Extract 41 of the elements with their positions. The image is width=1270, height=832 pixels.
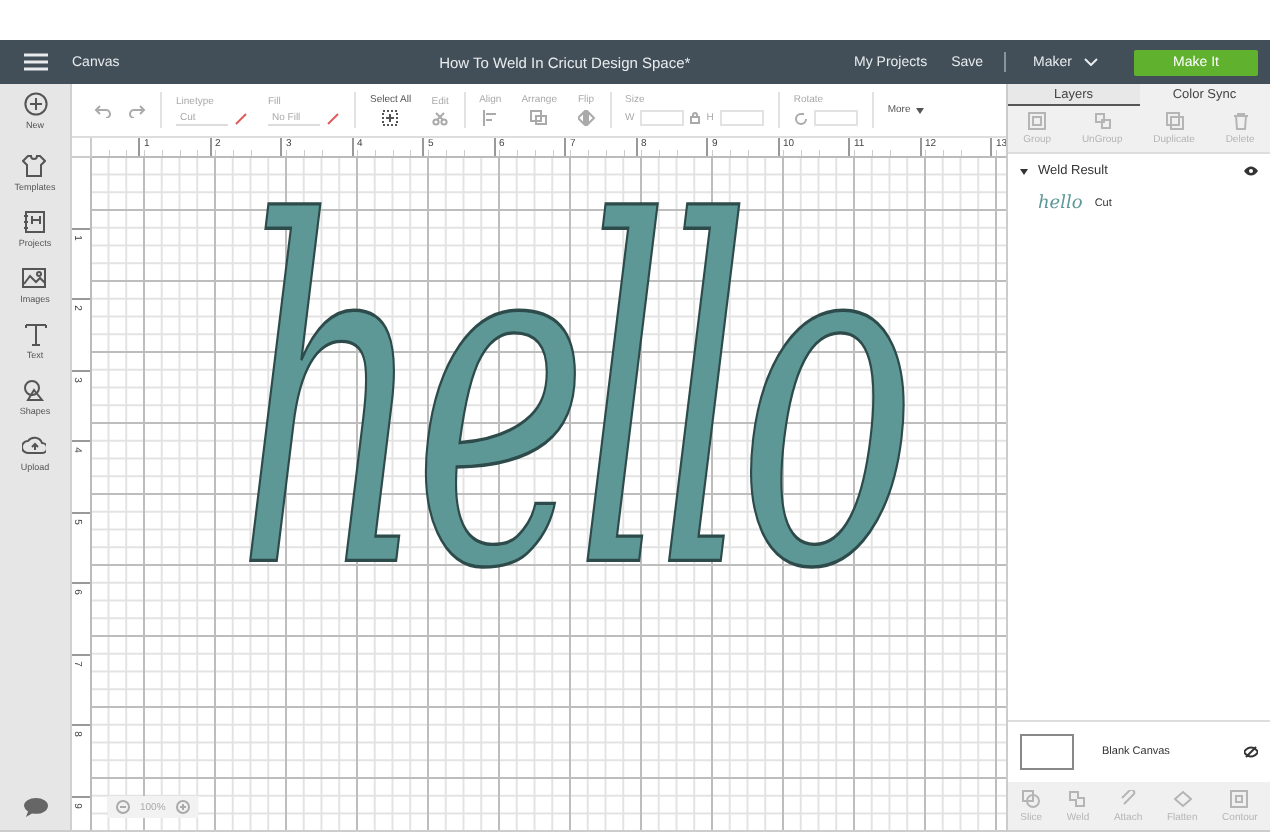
flip-icon[interactable] — [577, 110, 595, 126]
rotate-icon — [793, 111, 808, 125]
undo-icon[interactable] — [94, 103, 112, 117]
paperclip-icon — [1119, 790, 1138, 808]
arrange-icon[interactable] — [530, 110, 549, 126]
image-icon — [22, 266, 47, 290]
eye-icon[interactable] — [1244, 166, 1258, 176]
plus-circle-icon — [23, 92, 47, 116]
scissors-icon[interactable] — [431, 111, 450, 125]
menu-icon[interactable] — [24, 52, 48, 72]
duplicate-icon — [1165, 112, 1184, 130]
width-field[interactable] — [640, 110, 685, 126]
text-tool-icon — [23, 322, 47, 346]
slash-icon — [326, 111, 340, 125]
chevron-icon — [1084, 58, 1098, 66]
select-all-icon[interactable] — [382, 110, 399, 126]
cloud-upload-icon — [22, 434, 47, 458]
weld-icon — [1068, 790, 1087, 808]
shirt-icon — [22, 154, 47, 178]
zoom-out-icon[interactable] — [116, 800, 130, 814]
flatten-icon — [1173, 790, 1192, 808]
caret-icon — [916, 107, 925, 113]
lock-icon[interactable] — [690, 112, 701, 124]
align-icon[interactable] — [481, 110, 500, 126]
layer-thumbnail: hello — [1038, 194, 1083, 214]
slash-icon — [234, 111, 248, 125]
slice-icon — [1022, 790, 1041, 808]
redo-icon[interactable] — [128, 103, 146, 117]
contour-icon — [1230, 790, 1249, 808]
ungroup-icon — [1093, 112, 1112, 130]
rotate-field[interactable] — [813, 110, 858, 126]
trash-icon — [1231, 112, 1250, 130]
canvas-swatch[interactable] — [1020, 734, 1074, 770]
eye-slash-icon[interactable] — [1244, 746, 1258, 758]
zoom-in-icon[interactable] — [175, 800, 190, 814]
group-icon — [1028, 112, 1047, 130]
shapes-icon — [22, 378, 47, 402]
notebook-icon — [22, 210, 47, 234]
height-field[interactable] — [719, 110, 764, 126]
hello-text-object[interactable]: hello — [236, 200, 904, 599]
chat-bubble-icon[interactable] — [21, 796, 49, 818]
